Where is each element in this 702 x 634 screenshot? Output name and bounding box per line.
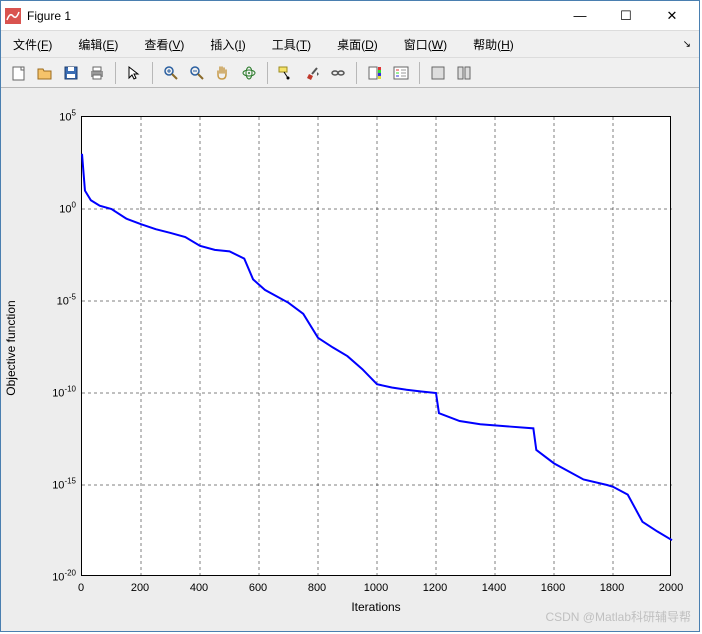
link-icon: [330, 65, 346, 81]
menu-edit[interactable]: 编辑(E): [74, 32, 122, 57]
menu-insert[interactable]: 插入(I): [206, 32, 249, 57]
window-title: Figure 1: [27, 9, 557, 23]
toolbar-separator: [115, 62, 116, 84]
figure-window: Figure 1 — ☐ ✕ 文件(F) 编辑(E) 查看(V) 插入(I) 工…: [0, 0, 700, 632]
menu-view[interactable]: 查看(V): [140, 32, 188, 57]
toolbar-separator: [267, 62, 268, 84]
y-tick-label: 10-10: [46, 385, 76, 400]
zoom-in-button[interactable]: [159, 61, 183, 85]
show-icon: [456, 65, 472, 81]
x-axis-label: Iterations: [351, 600, 400, 614]
show-tools-button[interactable]: [452, 61, 476, 85]
print-button[interactable]: [85, 61, 109, 85]
toolbar: [1, 58, 699, 88]
data-cursor-button[interactable]: [274, 61, 298, 85]
brush-button[interactable]: [300, 61, 324, 85]
y-tick-label: 105: [46, 109, 76, 124]
hide-tools-button[interactable]: [426, 61, 450, 85]
toolbar-separator: [419, 62, 420, 84]
pointer-button[interactable]: [122, 61, 146, 85]
x-tick-label: 1800: [600, 582, 624, 594]
print-icon: [89, 65, 105, 81]
pan-icon: [215, 65, 231, 81]
x-tick-label: 800: [308, 582, 326, 594]
x-tick-label: 0: [78, 582, 84, 594]
y-tick-label: 10-5: [46, 293, 76, 308]
new-figure-button[interactable]: [7, 61, 31, 85]
link-button[interactable]: [326, 61, 350, 85]
legend-button[interactable]: [389, 61, 413, 85]
brush-icon: [304, 65, 320, 81]
plot-canvas: [82, 117, 670, 575]
menu-tools[interactable]: 工具(T): [268, 32, 315, 57]
legend-icon: [393, 65, 409, 81]
x-tick-label: 2000: [659, 582, 683, 594]
axes[interactable]: [81, 116, 671, 576]
x-tick-label: 400: [190, 582, 208, 594]
maximize-button[interactable]: ☐: [603, 2, 649, 30]
menu-desktop[interactable]: 桌面(D): [333, 32, 382, 57]
rotate-button[interactable]: [237, 61, 261, 85]
x-tick-label: 1000: [364, 582, 388, 594]
data-cursor-icon: [278, 65, 294, 81]
chart-area: Objective function Iterations 0 200 400 600…: [1, 88, 699, 631]
window-controls: — ☐ ✕: [557, 2, 695, 30]
y-tick-label: 10-20: [46, 569, 76, 584]
toolbar-separator: [152, 62, 153, 84]
y-axis-label: Objective function: [4, 300, 18, 395]
title-bar[interactable]: Figure 1 — ☐ ✕: [1, 1, 699, 31]
save-icon: [63, 65, 79, 81]
save-button[interactable]: [59, 61, 83, 85]
y-tick-label: 10-15: [46, 477, 76, 492]
open-button[interactable]: [33, 61, 57, 85]
x-tick-label: 1400: [482, 582, 506, 594]
x-tick-label: 1200: [423, 582, 447, 594]
y-tick-label: 100: [46, 201, 76, 216]
toolbar-separator: [356, 62, 357, 84]
zoom-out-icon: [189, 65, 205, 81]
open-icon: [37, 65, 53, 81]
minimize-button[interactable]: —: [557, 2, 603, 30]
pan-button[interactable]: [211, 61, 235, 85]
zoom-out-button[interactable]: [185, 61, 209, 85]
x-tick-label: 1600: [541, 582, 565, 594]
x-tick-label: 600: [249, 582, 267, 594]
menu-help[interactable]: 帮助(H): [469, 32, 518, 57]
zoom-in-icon: [163, 65, 179, 81]
menu-window[interactable]: 窗口(W): [400, 32, 451, 57]
watermark-text: CSDN @Matlab科研辅导帮: [545, 608, 691, 625]
hide-icon: [430, 65, 446, 81]
x-tick-label: 200: [131, 582, 149, 594]
dock-arrow-icon[interactable]: ↘: [683, 39, 691, 50]
rotate-icon: [241, 65, 257, 81]
colorbar-icon: [367, 65, 383, 81]
menu-file[interactable]: 文件(F): [9, 32, 56, 57]
new-icon: [11, 65, 27, 81]
menu-bar: 文件(F) 编辑(E) 查看(V) 插入(I) 工具(T) 桌面(D) 窗口(W…: [1, 31, 699, 58]
app-icon: [5, 8, 21, 24]
close-button[interactable]: ✕: [649, 2, 695, 30]
colorbar-button[interactable]: [363, 61, 387, 85]
pointer-icon: [126, 65, 142, 81]
